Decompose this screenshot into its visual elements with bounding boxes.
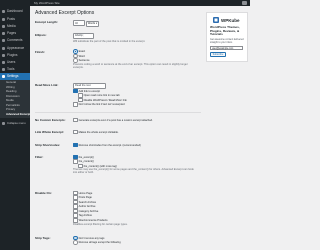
excerpt-length-label: Excerpt Length: (35, 20, 58, 24)
read-more-new-tab[interactable]: Open read more link in new tab (73, 93, 127, 98)
settings-submenu: General Writing Reading Discussion Media… (0, 80, 30, 118)
users-icon (2, 60, 5, 64)
pin-icon (2, 17, 5, 21)
plugin-icon (2, 53, 5, 57)
finish-description: Prevents cutting a word or sentence at t… (73, 62, 188, 69)
comment-icon (2, 38, 5, 42)
read-more-dont-show[interactable]: Don't show the link if text isn't excerp… (73, 102, 127, 107)
radio-remove-except[interactable] (73, 240, 78, 245)
promo-title: WordPress Themes, Plugins, Reviews, & Tu… (210, 25, 240, 37)
checkbox-strip-shortcodes[interactable] (73, 142, 78, 148)
menu-pages[interactable]: Pages (0, 30, 30, 37)
excerpt-unit-select[interactable]: Words ▾ (85, 20, 100, 27)
svg-text:WPKube: WPKube (221, 18, 240, 23)
submenu-advanced-excerpt[interactable]: Advanced Excerpt (0, 112, 30, 117)
menu-dashboard[interactable]: Dashboard (0, 8, 30, 15)
checkbox-posts-page[interactable] (73, 195, 78, 200)
site-name[interactable]: My WordPress Site (34, 0, 60, 6)
link-whole-option[interactable]: Makes the whole excerpt clickable. (73, 129, 119, 135)
filter-description: Themes may use the_excerpt() for some pa… (73, 168, 194, 175)
collapse-menu[interactable]: Collapse menu (0, 120, 30, 127)
checkbox-woocommerce[interactable] (73, 218, 78, 223)
read-more-label: Read More Link: (35, 83, 59, 87)
collapse-icon (2, 121, 5, 125)
link-whole-label: Link Whole Excerpt: (35, 130, 64, 134)
ellipsis-description: Will substitute the part of the post tha… (73, 39, 146, 43)
finish-label: Finish: (35, 50, 45, 54)
filter-label: Filter: (35, 155, 44, 159)
checkbox-the-content[interactable] (73, 159, 78, 164)
divider (35, 112, 201, 113)
email-input[interactable]: user@example.com (210, 46, 243, 50)
subscribe-button[interactable]: Subscribe (210, 52, 226, 57)
menu-users[interactable]: Users (0, 59, 30, 66)
no-custom-option[interactable]: Generate excerpts even if a post has a c… (73, 117, 153, 123)
strip-tags-label: Strip Tags: (35, 236, 51, 240)
page-icon (2, 31, 5, 35)
wpkube-logo: WPKube (213, 17, 240, 23)
newsletter-widget: WPKube WordPress Themes, Plugins, Review… (206, 12, 248, 62)
main-content: Advanced Excerpt Options (33, 8, 203, 20)
brush-icon (2, 46, 5, 50)
strip-shortcodes-label: Strip Shortcodes: (35, 143, 61, 147)
disable-on-label: Disable On: (35, 191, 52, 195)
ellipsis-input[interactable]: &hellip; (73, 32, 94, 39)
disable-on-description: Disables excerpt filtering for certain p… (73, 222, 128, 226)
promo-description: Get awesome content delivered straight t… (210, 38, 244, 44)
menu-tools[interactable]: Tools (0, 66, 30, 73)
menu-appearance[interactable]: Appearance (0, 45, 30, 52)
menu-comments[interactable]: Comments (0, 37, 30, 44)
admin-bar: My WordPress Site (0, 0, 250, 6)
dashboard-icon (2, 9, 5, 13)
checkbox-link-whole[interactable] (73, 129, 78, 135)
menu-settings[interactable]: Settings (0, 73, 30, 80)
media-icon (2, 24, 5, 28)
settings-icon (2, 74, 5, 78)
account-icon[interactable] (242, 1, 247, 5)
menu-posts[interactable]: Posts (0, 16, 30, 23)
tools-icon (2, 67, 5, 71)
checkbox-add-link[interactable] (73, 88, 78, 94)
strip-shortcodes-option[interactable]: Remove shortcodes from the excerpt. (rec… (73, 142, 141, 148)
excerpt-length-input[interactable]: 40 (73, 19, 85, 26)
no-custom-label: No Custom Excerpts: (35, 118, 66, 122)
strip-tags-except[interactable]: Remove all tags except the following (73, 240, 121, 245)
checkbox-no-custom[interactable] (73, 117, 78, 123)
page-title: Advanced Excerpt Options (35, 10, 95, 16)
menu-media[interactable]: Media (0, 23, 30, 30)
ellipsis-label: Ellipsis: (35, 33, 47, 37)
read-more-input[interactable]: Read the rest (73, 82, 106, 89)
checkbox-dont-show[interactable] (73, 102, 78, 107)
checkbox-new-tab[interactable] (78, 93, 83, 98)
menu-plugins[interactable]: Plugins (0, 52, 30, 59)
radio-exact[interactable] (73, 49, 78, 54)
